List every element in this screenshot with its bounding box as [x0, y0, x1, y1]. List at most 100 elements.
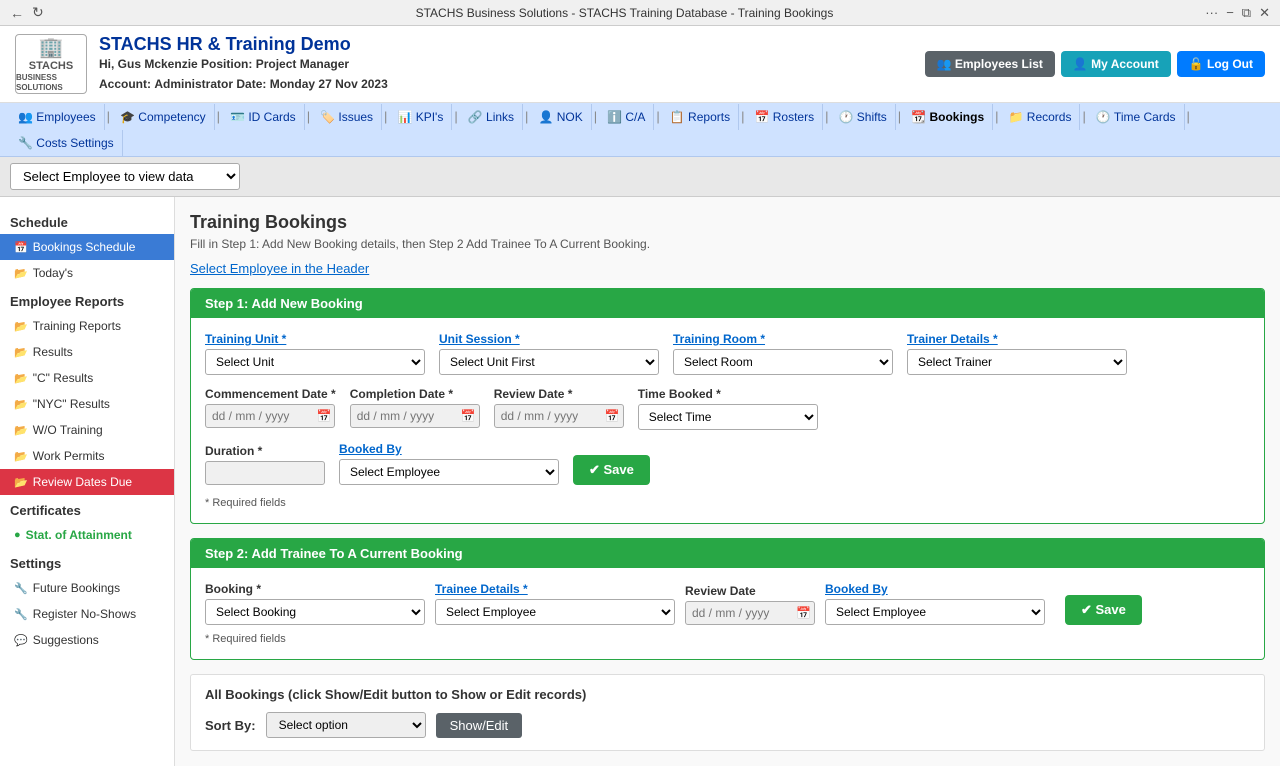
- folder-icon-permits: 📂: [14, 450, 28, 463]
- trainee-details-label[interactable]: Trainee Details *: [435, 582, 675, 596]
- step2-review-date-wrapper: 📅: [685, 601, 815, 625]
- folder-icon-wo: 📂: [14, 424, 28, 437]
- training-unit-label[interactable]: Training Unit *: [205, 332, 425, 346]
- sidebar-item-future-bookings[interactable]: 🔧 Future Bookings: [0, 575, 174, 601]
- sidebar-work-permits-label: Work Permits: [33, 449, 105, 463]
- nav-shifts[interactable]: 🕐 Shifts: [830, 104, 895, 130]
- account-value: Administrator: [154, 77, 233, 91]
- sidebar-review-dates-label: Review Dates Due: [33, 475, 132, 489]
- booking-select[interactable]: Select Booking: [205, 599, 425, 625]
- step2-booked-by-label[interactable]: Booked By: [825, 582, 1045, 596]
- browser-menu-btn[interactable]: ···: [1205, 5, 1218, 20]
- commencement-date-input[interactable]: [205, 404, 335, 428]
- sidebar-settings-title: Settings: [0, 548, 174, 575]
- trainee-details-select[interactable]: Select Employee: [435, 599, 675, 625]
- sidebar-certificates-title: Certificates: [0, 495, 174, 522]
- sidebar-item-training-reports[interactable]: 📂 Training Reports: [0, 313, 174, 339]
- commencement-date-group: Commencement Date * 📅: [205, 387, 336, 430]
- sidebar-wo-training-label: W/O Training: [33, 423, 103, 437]
- nav-bookings[interactable]: 📆 Bookings: [903, 104, 993, 130]
- completion-date-wrapper: 📅: [350, 404, 480, 428]
- training-room-select[interactable]: Select Room: [673, 349, 893, 375]
- booked-by-select[interactable]: Select Employee: [339, 459, 559, 485]
- step1-row1: Training Unit * Select Unit Unit Session…: [205, 332, 1250, 375]
- position-value: Project Manager: [256, 57, 349, 71]
- trainer-details-label[interactable]: Trainer Details *: [907, 332, 1127, 346]
- sidebar-item-register-no-shows[interactable]: 🔧 Register No-Shows: [0, 601, 174, 627]
- review-calendar-icon[interactable]: 📅: [605, 409, 620, 423]
- nav-issues[interactable]: 🏷️ Issues: [312, 104, 382, 130]
- folder-icon-todays: 📂: [14, 267, 28, 280]
- sidebar-item-bookings-schedule[interactable]: 📅 Bookings Schedule: [0, 234, 174, 260]
- nav-id-cards[interactable]: 🪪 ID Cards: [222, 104, 305, 130]
- step2-panel: Step 2: Add Trainee To A Current Booking…: [190, 538, 1265, 660]
- sidebar-item-c-results[interactable]: 📂 "C" Results: [0, 365, 174, 391]
- logo-icon: 🏢: [39, 36, 64, 60]
- date-label: Date:: [236, 77, 266, 91]
- sidebar-item-suggestions[interactable]: 💬 Suggestions: [0, 627, 174, 653]
- folder-icon-review: 📂: [14, 476, 28, 489]
- employees-list-btn[interactable]: 👥 Employees List: [925, 51, 1055, 77]
- duration-input[interactable]: [205, 461, 325, 485]
- sidebar-item-stat-attainment[interactable]: ● Stat. of Attainment: [0, 522, 174, 548]
- commencement-date-wrapper: 📅: [205, 404, 336, 428]
- nav-costs-settings[interactable]: 🔧 Costs Settings: [10, 130, 123, 156]
- sidebar-item-todays[interactable]: 📂 Today's: [0, 260, 174, 286]
- nav-kpis[interactable]: 📊 KPI's: [389, 104, 452, 130]
- nav-nok[interactable]: 👤 NOK: [530, 104, 591, 130]
- browser-restore-btn[interactable]: ⧉: [1242, 5, 1251, 21]
- sort-by-select[interactable]: Select option: [266, 712, 426, 738]
- sidebar-item-work-permits[interactable]: 📂 Work Permits: [0, 443, 174, 469]
- training-unit-select[interactable]: Select Unit: [205, 349, 425, 375]
- step2-save-btn[interactable]: ✔ Save: [1065, 595, 1142, 625]
- employee-selector-dropdown[interactable]: Select Employee to view data: [10, 163, 240, 190]
- nav-employees[interactable]: 👥 Employees: [10, 104, 105, 130]
- sidebar-item-results[interactable]: 📂 Results: [0, 339, 174, 365]
- sidebar-schedule-title: Schedule: [0, 207, 174, 234]
- step1-row3: Duration * Booked By Select Employee ✔ S…: [205, 442, 1250, 485]
- sidebar-stat-attainment-label: Stat. of Attainment: [26, 528, 132, 542]
- training-room-label[interactable]: Training Room *: [673, 332, 893, 346]
- nav-links[interactable]: 🔗 Links: [460, 104, 523, 130]
- nav-competency[interactable]: 🎓 Competency: [112, 104, 215, 130]
- folder-icon-c-results: 📂: [14, 372, 28, 385]
- nav-time-cards[interactable]: 🕐 Time Cards: [1088, 104, 1185, 130]
- trainer-details-group: Trainer Details * Select Trainer: [907, 332, 1127, 375]
- step2-booked-by-select[interactable]: Select Employee: [825, 599, 1045, 625]
- booking-group: Booking * Select Booking: [205, 582, 425, 625]
- browser-minimize-btn[interactable]: −: [1226, 5, 1234, 20]
- logo: 🏢 STACHS BUSINESS SOLUTIONS: [15, 34, 87, 94]
- sidebar-register-no-shows-label: Register No-Shows: [33, 607, 136, 621]
- app-header-left: 🏢 STACHS BUSINESS SOLUTIONS STACHS HR & …: [15, 34, 388, 94]
- my-account-btn[interactable]: 👤 My Account: [1061, 51, 1171, 77]
- step2-row1: Booking * Select Booking Trainee Details…: [205, 582, 1250, 625]
- review-date-wrapper: 📅: [494, 404, 624, 428]
- browser-back-btn[interactable]: ←: [10, 5, 24, 21]
- step1-save-btn[interactable]: ✔ Save: [573, 455, 650, 485]
- nav-reports[interactable]: 📋 Reports: [662, 104, 739, 130]
- circle-icon: ●: [14, 529, 21, 541]
- sidebar-item-nyc-results[interactable]: 📂 "NYC" Results: [0, 391, 174, 417]
- time-booked-group: Time Booked * Select Time: [638, 387, 818, 430]
- trainer-details-select[interactable]: Select Trainer: [907, 349, 1127, 375]
- select-employee-link[interactable]: Select Employee in the Header: [190, 261, 1265, 276]
- commencement-calendar-icon[interactable]: 📅: [317, 409, 332, 423]
- nav-rosters[interactable]: 📅 Rosters: [746, 104, 823, 130]
- time-booked-label: Time Booked *: [638, 387, 818, 401]
- nav-records[interactable]: 📁 Records: [1001, 104, 1081, 130]
- page-title: Training Bookings: [190, 212, 1265, 233]
- step2-review-calendar-icon[interactable]: 📅: [796, 606, 811, 620]
- time-booked-select[interactable]: Select Time: [638, 404, 818, 430]
- show-edit-btn[interactable]: Show/Edit: [436, 713, 523, 738]
- browser-refresh-btn[interactable]: ↻: [32, 4, 44, 21]
- log-out-btn[interactable]: 🔓 Log Out: [1177, 51, 1265, 77]
- sidebar-item-wo-training[interactable]: 📂 W/O Training: [0, 417, 174, 443]
- sidebar-item-review-dates[interactable]: 📂 Review Dates Due: [0, 469, 174, 495]
- browser-close-btn[interactable]: ✕: [1259, 5, 1270, 21]
- nav-ca[interactable]: ℹ️ C/A: [599, 104, 654, 130]
- booked-by-label[interactable]: Booked By: [339, 442, 559, 456]
- unit-session-label[interactable]: Unit Session *: [439, 332, 659, 346]
- browser-bar: ← ↻ STACHS Business Solutions - STACHS T…: [0, 0, 1280, 26]
- unit-session-select[interactable]: Select Unit First: [439, 349, 659, 375]
- completion-calendar-icon[interactable]: 📅: [461, 409, 476, 423]
